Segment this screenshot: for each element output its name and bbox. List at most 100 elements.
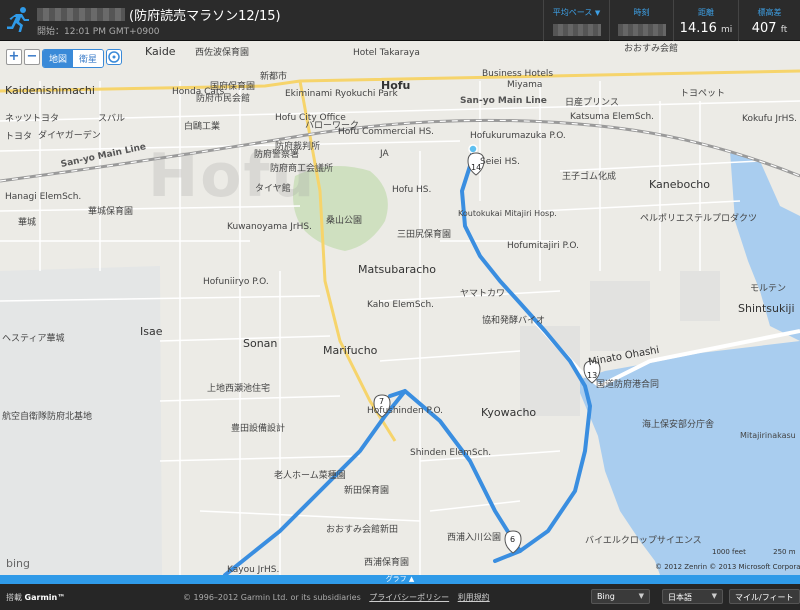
map-label: Sonan (243, 337, 278, 350)
stat-time: 時刻 (609, 0, 673, 41)
units-select[interactable]: マイル/フィート (729, 589, 800, 604)
blurred-name (37, 8, 125, 21)
stat-label: 標高差 (757, 8, 782, 17)
map-label: Hofukurumazuka P.O. (470, 131, 566, 141)
activity-title-text: (防府読売マラソン12/15) (129, 9, 281, 24)
map-label: 防府市民会館 (196, 94, 251, 104)
route-marker-7-label: 7 (379, 397, 385, 406)
map-label: 日産プリンス (565, 98, 619, 108)
map-label: Katsuma ElemSch. (570, 112, 655, 122)
map-label: San-yo Main Line (460, 96, 547, 106)
zoom-controls: + − (6, 49, 40, 65)
map-label: 航空自衛隊防府北基地 (2, 412, 93, 422)
route-marker-6-label: 6 (510, 535, 516, 544)
map-label: 防府商工会議所 (270, 164, 334, 174)
map-scale: 1000 feet 250 m (712, 548, 796, 556)
map-label: Matsubaracho (358, 263, 436, 276)
map-label: バイエルクロップサイエンス (585, 536, 702, 546)
map-label: Miyama (507, 80, 543, 90)
map-label: 老人ホーム菜種園 (274, 471, 346, 481)
map-type-toggle: 地図 衛星 (42, 49, 105, 68)
map-label: ヤマトカワ (460, 289, 506, 299)
map-label: Hanagi ElemSch. (5, 192, 82, 202)
activity-header: (防府読売マラソン12/15) 開始：12:01 PM GMT+0900 平均ペ… (0, 0, 800, 41)
map-label: 桑山公園 (326, 216, 363, 226)
stat-label: 平均ペース (552, 8, 593, 17)
map-label: Hofuniiryo P.O. (203, 277, 269, 287)
zoom-out-button[interactable]: − (24, 49, 40, 65)
map-label: Kaide (145, 45, 176, 58)
map-label: スバル (98, 114, 126, 124)
map-label: おおすみ会館 (624, 44, 679, 54)
map-label: Mitajirinakasu (740, 431, 796, 440)
running-icon (7, 7, 29, 32)
map-label: 新田保育園 (344, 486, 390, 496)
bing-logo: bing (6, 557, 30, 570)
map-label: モルテン (750, 284, 787, 294)
graph-toggle-bar[interactable]: グラフ ▲ (0, 575, 800, 584)
stat-average-pace[interactable]: 平均ペース ▼ (543, 0, 609, 41)
map-label: 国道防府港合同 (596, 380, 660, 390)
map-label: Hofu HS. (392, 185, 432, 195)
terms-link[interactable]: 利用規約 (458, 593, 490, 602)
map-label: ペルポリエステルプロダクツ (640, 214, 758, 224)
powered-prefix: 搭載 (6, 593, 22, 602)
map-label: 三田尻保育園 (397, 230, 452, 240)
map-label: ダイヤガーデン (38, 131, 101, 141)
copyright-text: © 1996–2012 Garmin Ltd. or its subsidiar… (183, 593, 361, 602)
footer: 搭載 Garmin™ © 1996–2012 Garmin Ltd. or it… (0, 584, 800, 610)
language-select[interactable]: 日本語 ▼ (662, 589, 723, 604)
stat-value: 407 (751, 21, 777, 36)
map-type-satellite[interactable]: 衛星 (73, 50, 104, 67)
activity-start-time: 開始：12:01 PM GMT+0900 (37, 27, 160, 37)
map-label: 豊田設備設計 (231, 424, 286, 434)
map-label: Kyowacho (481, 406, 537, 419)
chevron-down-icon: ▼ (638, 592, 644, 600)
scale-feet: 1000 feet (712, 548, 746, 556)
map-label: 新都市 (260, 72, 288, 82)
map-label: Kayou JrHS. (227, 565, 280, 575)
map-label: Hotel Takaraya (353, 48, 420, 58)
map-label: ヘスティア華城 (2, 334, 65, 344)
activity-title[interactable]: (防府読売マラソン12/15) (37, 5, 281, 24)
map-label: 白鷗工業 (184, 122, 221, 132)
map-label: 海上保安部分庁舎 (642, 420, 715, 430)
map-label: トヨタ (5, 132, 33, 142)
map-label: Ekiminami Ryokuchi Park (285, 89, 398, 99)
map-label: Seiei HS. (480, 157, 520, 167)
units-value: マイル/フィート (735, 593, 794, 602)
map-label: JA (380, 149, 389, 159)
map-label: Hofumitajiri P.O. (507, 241, 579, 251)
compass-icon[interactable] (106, 49, 122, 65)
map-label: Marifucho (323, 344, 378, 357)
zoom-in-button[interactable]: + (6, 49, 22, 65)
map-label: タイヤ館 (255, 184, 291, 194)
garmin-logo: Garmin™ (24, 593, 66, 602)
map-label: 協和発酵バイオ (482, 316, 546, 326)
map-label: Shintsukiji (738, 302, 795, 315)
blurred-value (617, 24, 666, 36)
map-label: 華城保育園 (88, 207, 134, 217)
stat-label: 距離 (698, 8, 714, 17)
privacy-link[interactable]: プライバシーポリシー (369, 593, 449, 602)
chevron-down-icon[interactable]: ▼ (595, 9, 600, 17)
map-label: 西浦保育園 (364, 558, 410, 568)
map-type-map[interactable]: 地図 (43, 50, 74, 67)
map-label: トヨペット (680, 89, 726, 99)
map-label: Hofushinden P.O. (367, 406, 444, 416)
map-label: Kaidenishimachi (5, 84, 95, 97)
route-map[interactable]: Hofu 14 13 7 6 Kaide Kaidenishimachi Hof… (0, 41, 800, 575)
map-source-select[interactable]: Bing ▼ (591, 589, 650, 604)
map-label: Business Hotels (482, 69, 554, 79)
map-label: ネッツトヨタ (5, 114, 60, 124)
chevron-down-icon: ▼ (711, 592, 717, 600)
footer-copyright: © 1996–2012 Garmin Ltd. or its subsidiar… (183, 592, 490, 603)
map-label: Kanebocho (649, 178, 710, 191)
map-label: 上地西瀬池住宅 (207, 384, 271, 394)
map-label: 西佐波保育園 (195, 48, 250, 58)
map-label: Kokufu JrHS. (742, 114, 798, 124)
stat-label: 時刻 (633, 8, 650, 17)
map-label: 西浦入川公園 (447, 533, 502, 543)
language-value: 日本語 (668, 593, 692, 602)
map-label: ハローワーク (305, 121, 360, 131)
